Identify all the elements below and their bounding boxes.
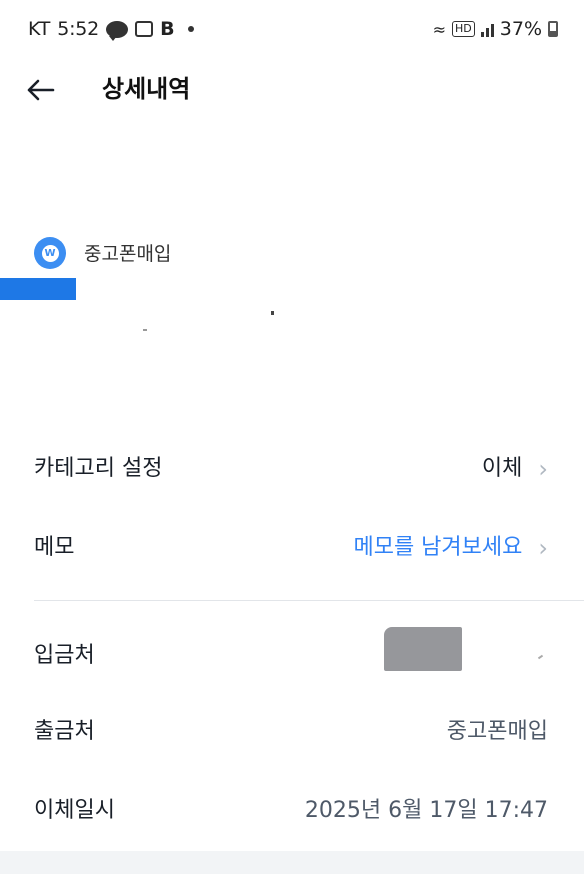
hd-icon: HD bbox=[452, 21, 475, 37]
memo-label: 메모 bbox=[34, 535, 75, 560]
memo-placeholder: 메모를 남겨보세요 bbox=[353, 535, 523, 560]
deposit-to-redacted bbox=[384, 627, 462, 671]
dot-icon bbox=[187, 26, 194, 32]
deposit-to-label: 입금처 bbox=[34, 643, 95, 668]
merchant-name: 중고폰매입 bbox=[84, 243, 172, 265]
battery-icon bbox=[548, 21, 558, 37]
redaction-mark bbox=[271, 311, 274, 315]
clock: 5:52 bbox=[57, 18, 100, 40]
won-coin-icon: W bbox=[34, 237, 66, 269]
box-app-icon bbox=[135, 21, 154, 37]
section-separator bbox=[0, 851, 584, 874]
signal-icon bbox=[480, 21, 494, 37]
divider bbox=[34, 600, 584, 601]
back-button[interactable] bbox=[22, 72, 58, 108]
redaction-mark bbox=[143, 329, 147, 331]
transfer-datetime-value: 2025년 6월 17일 17:47 bbox=[304, 798, 548, 823]
redaction-mark bbox=[537, 654, 544, 660]
kakaotalk-icon bbox=[106, 20, 129, 41]
status-bar: KT 5:52 B ≈ HD 37% bbox=[0, 0, 584, 62]
amount-redacted bbox=[0, 278, 76, 300]
status-right: ≈ HD 37% bbox=[433, 18, 558, 40]
b-app-icon: B bbox=[160, 18, 175, 40]
status-left: KT 5:52 B bbox=[28, 18, 194, 41]
transfer-datetime-label: 이체일시 bbox=[34, 798, 115, 823]
withdraw-from-value: 중고폰매입 bbox=[446, 719, 548, 744]
category-label: 카테고리 설정 bbox=[34, 456, 163, 481]
memo-button[interactable]: 메모를 남겨보세요 › bbox=[353, 532, 548, 564]
withdraw-from-label: 출금처 bbox=[34, 719, 95, 744]
arrow-left-icon bbox=[27, 79, 55, 101]
battery-percent: 37% bbox=[499, 18, 542, 40]
page-title: 상세내역 bbox=[102, 75, 191, 103]
chevron-right-icon: › bbox=[538, 534, 548, 562]
chevron-right-icon: › bbox=[538, 455, 548, 483]
wifi-icon: ≈ bbox=[432, 19, 447, 39]
category-value: 이체 bbox=[481, 456, 523, 481]
carrier-label: KT bbox=[28, 18, 51, 40]
category-setting-button[interactable]: 이체 › bbox=[482, 453, 548, 485]
